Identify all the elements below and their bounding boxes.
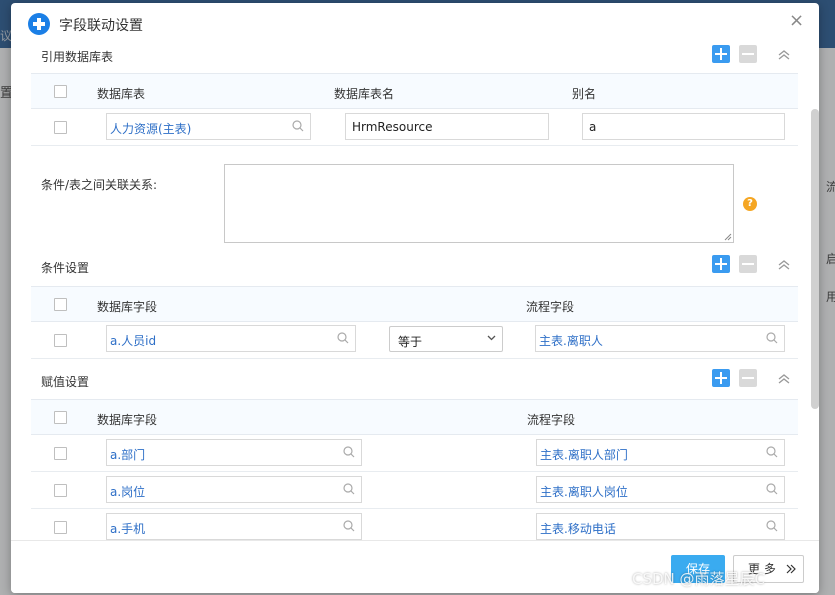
remove-assignment-button[interactable] (739, 369, 757, 387)
add-assignment-button[interactable] (712, 369, 730, 387)
table-row: a.岗位 主表.离职人岗位 (31, 472, 798, 509)
assignments-header: 数据库字段 流程字段 (31, 399, 798, 435)
select-all-checkbox[interactable] (54, 298, 67, 311)
ref-tables-header: 数据库表 数据库表名 别名 (31, 73, 798, 109)
relation-label: 条件/表之间关联关系: (41, 178, 158, 192)
resize-handle-icon[interactable] (724, 233, 732, 241)
row-checkbox[interactable] (54, 334, 67, 347)
table-row: 人力资源(主表) HrmResource a (31, 109, 798, 146)
section-title-conditions: 条件设置 (41, 261, 90, 275)
operator-select[interactable]: 等于 (389, 326, 503, 352)
chevron-right-icon (786, 564, 796, 574)
search-icon[interactable] (343, 483, 355, 495)
row-checkbox[interactable] (54, 484, 67, 497)
db-table-name-input[interactable]: HrmResource (345, 113, 549, 140)
assignment-flow-field[interactable]: 主表.移动电话 (536, 513, 785, 540)
collapse-icon[interactable] (777, 48, 791, 62)
row-checkbox[interactable] (54, 121, 67, 134)
field-linkage-dialog: 字段联动设置 × 引用数据库表 数据库表 数据库表名 别名 人力资源(主表) H… (11, 3, 819, 593)
collapse-icon[interactable] (777, 372, 791, 386)
assignment-flow-field[interactable]: 主表.离职人部门 (536, 439, 785, 466)
row-checkbox[interactable] (54, 447, 67, 460)
assignment-db-field[interactable]: a.部门 (106, 439, 362, 466)
alias-input[interactable]: a (582, 113, 785, 140)
search-icon[interactable] (766, 483, 778, 495)
column-header: 数据库表 (97, 87, 146, 101)
section-title-ref-tables: 引用数据库表 (41, 50, 114, 64)
dialog-header: 字段联动设置 × (11, 3, 819, 43)
chevron-down-icon (487, 335, 496, 341)
column-header: 流程字段 (526, 300, 575, 314)
select-all-checkbox[interactable] (54, 411, 67, 424)
assignment-db-field[interactable]: a.手机 (106, 513, 362, 540)
search-icon[interactable] (343, 446, 355, 458)
app-logo-icon (28, 13, 50, 35)
column-header: 数据库表名 (334, 87, 395, 101)
add-condition-button[interactable] (712, 255, 730, 273)
search-icon[interactable] (766, 520, 778, 532)
condition-flow-field[interactable]: 主表.离职人 (535, 325, 785, 352)
table-row: a.人员id 等于 主表.离职人 (31, 322, 798, 359)
close-icon[interactable]: × (789, 11, 804, 31)
remove-ref-table-button[interactable] (739, 45, 757, 63)
search-icon[interactable] (337, 332, 349, 344)
dialog-title: 字段联动设置 (59, 18, 143, 34)
relation-textarea[interactable] (224, 164, 734, 243)
search-icon[interactable] (343, 520, 355, 532)
search-icon[interactable] (766, 446, 778, 458)
search-icon[interactable] (292, 120, 304, 132)
section-title-assignments: 赋值设置 (41, 375, 90, 389)
help-icon[interactable]: ? (743, 197, 757, 211)
column-header: 流程字段 (527, 413, 576, 427)
db-table-field[interactable]: 人力资源(主表) (106, 113, 311, 140)
row-checkbox[interactable] (54, 521, 67, 534)
search-icon[interactable] (766, 332, 778, 344)
column-header: 数据库字段 (97, 413, 158, 427)
watermark: CSDN @雨落星辰C (632, 570, 766, 588)
select-all-checkbox[interactable] (54, 85, 67, 98)
remove-condition-button[interactable] (739, 255, 757, 273)
vertical-scrollbar[interactable] (811, 109, 819, 409)
conditions-header: 数据库字段 流程字段 (31, 286, 798, 322)
column-header: 数据库字段 (97, 300, 158, 314)
dialog-body: 引用数据库表 数据库表 数据库表名 别名 人力资源(主表) HrmResourc… (11, 43, 819, 540)
assignment-flow-field[interactable]: 主表.离职人岗位 (536, 476, 785, 503)
table-row: a.手机 主表.移动电话 (31, 509, 798, 540)
table-row: a.部门 主表.离职人部门 (31, 435, 798, 472)
column-header: 别名 (572, 87, 597, 101)
condition-db-field[interactable]: a.人员id (106, 325, 356, 352)
assignment-db-field[interactable]: a.岗位 (106, 476, 362, 503)
add-ref-table-button[interactable] (712, 45, 730, 63)
collapse-icon[interactable] (777, 258, 791, 272)
